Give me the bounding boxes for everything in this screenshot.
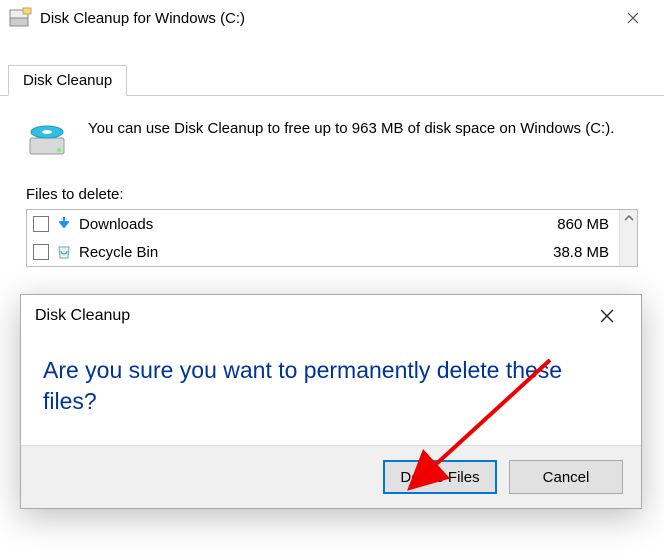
dialog-message: Are you sure you want to permanently del… <box>43 355 619 417</box>
confirm-dialog: Disk Cleanup Are you sure you want to pe… <box>20 294 642 509</box>
disk-cleanup-icon <box>8 6 32 30</box>
drive-icon <box>26 118 70 162</box>
scrollbar[interactable] <box>619 210 637 266</box>
dialog-titlebar: Disk Cleanup <box>21 295 641 337</box>
intro-text: You can use Disk Cleanup to free up to 9… <box>88 118 614 162</box>
recycle-bin-icon <box>55 243 73 261</box>
scroll-up-icon[interactable] <box>624 210 634 226</box>
file-name: Recycle Bin <box>79 244 547 261</box>
file-name: Downloads <box>79 216 551 233</box>
checkbox[interactable] <box>33 244 49 260</box>
file-list: Downloads 860 MB Recycle Bin 38.8 MB <box>26 209 638 267</box>
dialog-body: Are you sure you want to permanently del… <box>21 337 641 445</box>
checkbox[interactable] <box>33 216 49 232</box>
files-to-delete-label: Files to delete: <box>26 186 638 203</box>
dialog-footer: Delete Files Cancel <box>21 445 641 508</box>
tab-disk-cleanup[interactable]: Disk Cleanup <box>8 65 127 96</box>
tab-strip: Disk Cleanup <box>0 60 664 96</box>
file-size: 38.8 MB <box>553 244 613 261</box>
close-button[interactable] <box>610 2 656 34</box>
dialog-title: Disk Cleanup <box>35 307 587 325</box>
list-item[interactable]: Downloads 860 MB <box>27 210 619 238</box>
delete-files-button[interactable]: Delete Files <box>383 460 497 494</box>
cancel-button[interactable]: Cancel <box>509 460 623 494</box>
intro-row: You can use Disk Cleanup to free up to 9… <box>26 118 638 162</box>
titlebar: Disk Cleanup for Windows (C:) <box>0 0 664 36</box>
tab-content: You can use Disk Cleanup to free up to 9… <box>0 96 664 289</box>
window-title: Disk Cleanup for Windows (C:) <box>40 10 610 27</box>
file-size: 860 MB <box>557 216 613 233</box>
dialog-close-button[interactable] <box>587 300 627 332</box>
download-arrow-icon <box>55 215 73 233</box>
main-window: Disk Cleanup for Windows (C:) Disk Clean… <box>0 0 664 289</box>
list-item[interactable]: Recycle Bin 38.8 MB <box>27 238 619 266</box>
